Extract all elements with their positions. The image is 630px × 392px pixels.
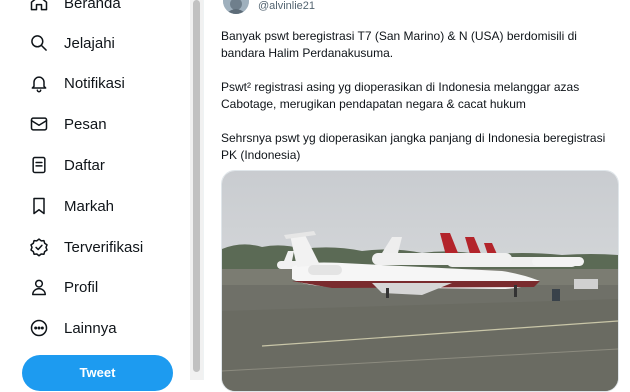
- sidebar-item-label: Markah: [64, 197, 115, 215]
- sidebar-item-label: Profil: [64, 278, 99, 296]
- sidebar-item-daftar[interactable]: Daftar: [28, 150, 105, 180]
- sidebar-item-label: Lainnya: [64, 319, 117, 337]
- sidebar-item-label: Notifikasi: [64, 74, 125, 92]
- more-icon: [28, 317, 50, 339]
- list-icon: [28, 154, 50, 176]
- tweet-photo[interactable]: [221, 170, 619, 392]
- tweet-text-line: Sehrsnya pswt yg dioperasikan jangka pan…: [221, 131, 606, 145]
- sidebar-item-profil[interactable]: Profil: [28, 272, 98, 302]
- sidebar-item-label: Beranda: [64, 0, 121, 12]
- tweet-text-line: Banyak pswt beregistrasi T7 (San Marino)…: [221, 29, 577, 43]
- sidebar-item-beranda[interactable]: Beranda: [28, 0, 121, 18]
- mail-icon: [28, 113, 50, 135]
- scrollbar-thumb[interactable]: [193, 0, 200, 372]
- sidebar-item-jelajahi[interactable]: Jelajahi: [28, 28, 115, 58]
- sidebar-item-label: Pesan: [64, 115, 107, 133]
- bell-icon: [28, 72, 50, 94]
- sidebar-item-terverifikasi[interactable]: Terverifikasi: [28, 232, 143, 262]
- sidebar-item-label: Terverifikasi: [64, 238, 144, 256]
- bookmark-icon: [28, 195, 50, 217]
- airport-photo: [222, 171, 618, 391]
- sidebar-nav: Beranda Jelajahi Notifikasi Pesan Daftar…: [0, 0, 190, 391]
- sidebar-item-label: Jelajahi: [64, 34, 115, 52]
- tweet-text-line: Cabotage, merugikan pendapatan negara & …: [221, 97, 526, 111]
- tweet-button[interactable]: Tweet: [22, 355, 173, 391]
- home-icon: [28, 0, 50, 14]
- tweet-text-line: Pswt² registrasi asing yg dioperasikan d…: [221, 80, 580, 94]
- tweet-text-line: bandara Halim Perdanakusuma.: [221, 46, 394, 60]
- verified-icon: [28, 236, 50, 258]
- sidebar-item-notifikasi[interactable]: Notifikasi: [28, 68, 125, 98]
- sidebar-item-label: Daftar: [64, 156, 105, 174]
- sidebar-item-lainnya[interactable]: Lainnya: [28, 313, 117, 343]
- author-handle[interactable]: @alvinlie21: [258, 0, 315, 12]
- sidebar-item-pesan[interactable]: Pesan: [28, 109, 107, 139]
- sidebar-item-markah[interactable]: Markah: [28, 191, 114, 221]
- search-icon: [28, 32, 50, 54]
- person-icon: [28, 276, 50, 298]
- tweet-text-line: PK (Indonesia): [221, 148, 301, 162]
